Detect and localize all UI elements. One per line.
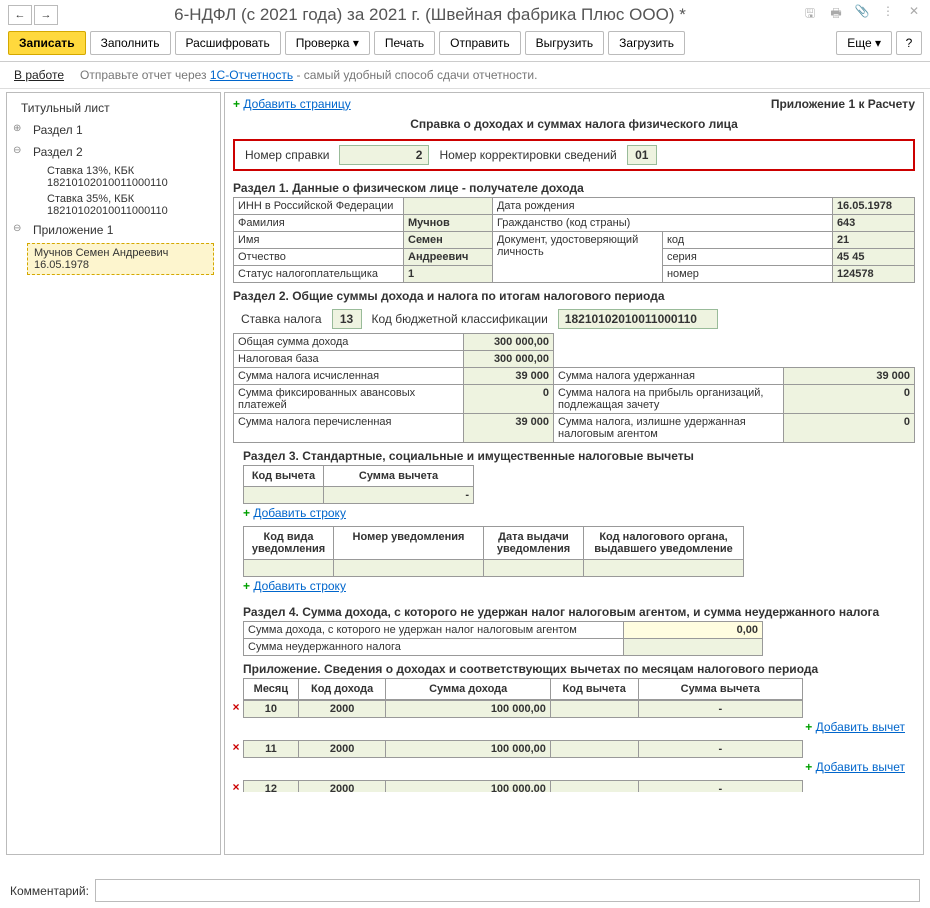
fill-button[interactable]: Заполнить [90, 31, 171, 55]
doc-code-field[interactable]: 21 [832, 232, 914, 249]
sect3-head: Раздел 3. Стандартные, социальные и имущ… [233, 443, 915, 465]
window-title: 6-НДФЛ (с 2021 года) за 2021 г. (Швейная… [66, 5, 794, 25]
month-header-table: Месяц Код дохода Сумма дохода Код вычета… [243, 678, 803, 700]
ref-num-field[interactable]: 2 [339, 145, 429, 165]
sect3-notif-table: Код вида уведомления Номер уведомления Д… [243, 526, 744, 577]
ref-num-label: Номер справки [245, 148, 329, 162]
info-bar: В работе Отправьте отчет через 1С-Отчетн… [0, 62, 930, 88]
attach-icon[interactable]: 📎 [854, 4, 870, 25]
back-button[interactable]: ← [8, 5, 32, 25]
add-page-link[interactable]: Добавить страницу [243, 97, 350, 111]
series-field[interactable]: 45 45 [832, 249, 914, 266]
sidebar-person-selected[interactable]: Мучнов Семен Андреевич16.05.1978 [27, 243, 214, 275]
corr-num-field[interactable]: 01 [627, 145, 657, 165]
reporting-link[interactable]: 1С-Отчетность [210, 68, 293, 82]
titlebar: ← → 6-НДФЛ (с 2021 года) за 2021 г. (Шве… [0, 0, 930, 29]
info-text: Отправьте отчет через 1С-Отчетность - са… [80, 68, 537, 82]
forward-button[interactable]: → [34, 5, 58, 25]
toolbar: Записать Заполнить Расшифровать Проверка… [0, 29, 930, 62]
check-button[interactable]: Проверка ▾ [285, 31, 370, 55]
month-row-2: 12 2000 100 000,00 - [243, 780, 803, 792]
sidebar-title-sheet[interactable]: Титульный лист [7, 97, 220, 119]
help-button[interactable]: ? [896, 31, 922, 55]
decode-button[interactable]: Расшифровать [175, 31, 281, 55]
more-button[interactable]: Еще ▾ [836, 31, 892, 55]
sidebar-sect2[interactable]: Раздел 2 [7, 141, 220, 163]
content: Добавить страницу Приложение 1 к Расчету… [224, 92, 924, 855]
sect1-head: Раздел 1. Данные о физическом лице - пол… [233, 175, 915, 197]
comment-input[interactable] [95, 879, 920, 902]
sidebar-sect1[interactable]: Раздел 1 [7, 119, 220, 141]
add-page: Добавить страницу [233, 97, 351, 111]
sidebar-attach1[interactable]: Приложение 1 [7, 219, 220, 241]
month-row-1: 11 2000 100 000,00 - [243, 740, 803, 758]
corr-label: Номер корректировки сведений [439, 148, 616, 162]
sidebar: Титульный лист Раздел 1 Раздел 2 Ставка … [6, 92, 221, 855]
delete-row-button[interactable]: × [229, 700, 243, 714]
attach-header: Приложение 1 к Расчету [771, 97, 915, 111]
sect2-head: Раздел 2. Общие суммы дохода и налога по… [233, 283, 915, 305]
save-icon[interactable]: 🖫 [802, 4, 818, 25]
mname-field[interactable]: Андреевич [404, 249, 493, 266]
sect4-head: Раздел 4. Сумма дохода, с которого не уд… [233, 599, 915, 621]
docnum-field[interactable]: 124578 [832, 266, 914, 283]
send-button[interactable]: Отправить [439, 31, 521, 55]
status-field[interactable]: 1 [404, 266, 493, 283]
add-deduct-link[interactable]: Добавить вычет [816, 760, 905, 774]
import-button[interactable]: Загрузить [608, 31, 685, 55]
print-icon[interactable]: 🖶 [828, 4, 844, 25]
doc-title: Справка о доходах и суммах налога физиче… [233, 113, 915, 135]
delete-row-button[interactable]: × [229, 780, 243, 792]
lname-field[interactable]: Мучнов [404, 215, 493, 232]
dob-field[interactable]: 16.05.1978 [832, 198, 914, 215]
sect2-table: Общая сумма дохода300 000,00 Налоговая б… [233, 333, 915, 443]
citiz-field[interactable]: 643 [832, 215, 914, 232]
export-button[interactable]: Выгрузить [525, 31, 605, 55]
ref-box: Номер справки 2 Номер корректировки свед… [233, 139, 915, 171]
kbk-field[interactable]: 18210102010011000110 [558, 309, 718, 329]
delete-row-button[interactable]: × [229, 740, 243, 754]
print-button[interactable]: Печать [374, 31, 435, 55]
add-row-link-1[interactable]: Добавить строку [253, 506, 346, 520]
month-row-0: 10 2000 100 000,00 - [243, 700, 803, 718]
status-link[interactable]: В работе [14, 68, 64, 82]
close-icon[interactable]: ✕ [906, 4, 922, 25]
kebab-icon[interactable]: ⋮ [880, 4, 896, 25]
fname-field[interactable]: Семен [404, 232, 493, 249]
attach-head: Приложение. Сведения о доходах и соответ… [233, 656, 915, 678]
sect4-table: Сумма дохода, с которого не удержан нало… [243, 621, 763, 656]
person-table: ИНН в Российской Федерации Дата рождения… [233, 197, 915, 283]
sect3-deduct-table: Код вычетаСумма вычета - [243, 465, 474, 504]
add-deduct-link[interactable]: Добавить вычет [816, 720, 905, 734]
footer: Комментарий: [0, 873, 930, 908]
comment-label: Комментарий: [10, 884, 89, 898]
sidebar-rate35[interactable]: Ставка 35%, КБК18210102010011000110 [7, 191, 220, 219]
add-row-link-2[interactable]: Добавить строку [253, 579, 346, 593]
write-button[interactable]: Записать [8, 31, 86, 55]
tax-rate-field[interactable]: 13 [332, 309, 362, 329]
sidebar-rate13[interactable]: Ставка 13%, КБК18210102010011000110 [7, 163, 220, 191]
inn-field[interactable] [404, 198, 493, 215]
